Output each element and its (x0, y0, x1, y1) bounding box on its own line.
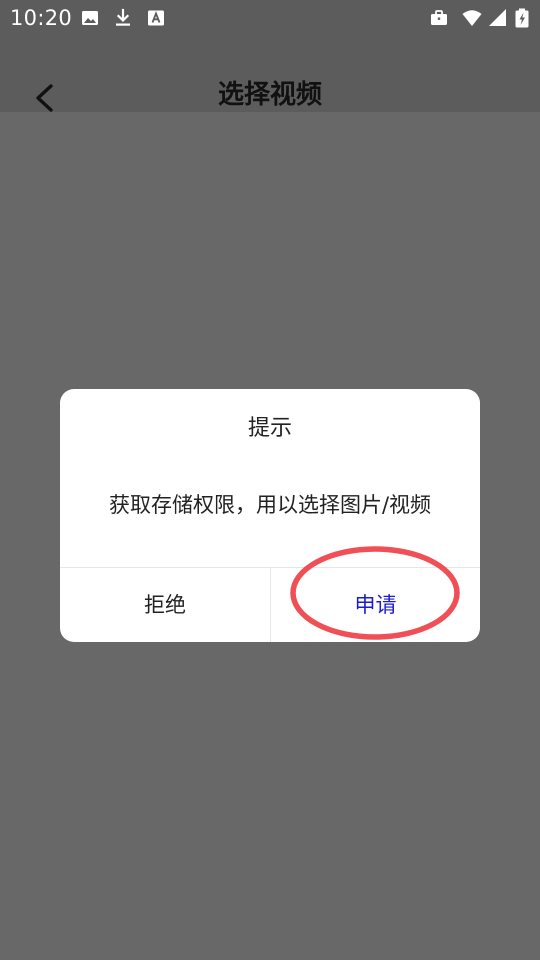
header-bar: 选择视频 (0, 36, 540, 112)
briefcase-icon (431, 10, 447, 25)
reject-button[interactable]: 拒绝 (60, 568, 270, 642)
signal-icon (489, 9, 506, 26)
image-icon (82, 11, 98, 25)
page-title: 选择视频 (217, 80, 322, 110)
apply-button[interactable]: 申请 (271, 568, 480, 642)
status-bar: 10:20 (0, 0, 540, 36)
battery-icon (515, 8, 529, 28)
status-time: 10:20 (10, 6, 73, 30)
wifi-icon (462, 10, 482, 26)
permission-dialog: 提示 获取存储权限，用以选择图片/视频 拒绝 申请 (60, 389, 480, 642)
a-icon (148, 10, 164, 26)
dialog-title: 提示 (247, 416, 292, 441)
download-icon (116, 8, 130, 26)
dialog-message: 获取存储权限，用以选择图片/视频 (108, 493, 432, 517)
